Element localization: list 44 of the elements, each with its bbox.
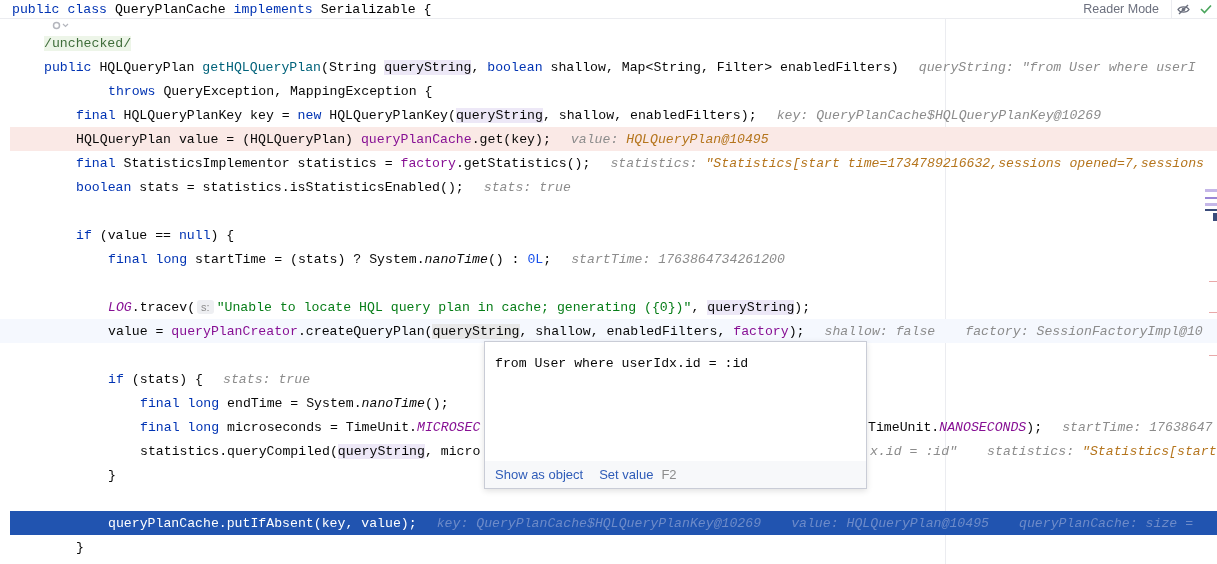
inline-hint: value: HQLQueryPlan@10495 (570, 131, 769, 147)
inline-hint: statistics: "Statistics[start (987, 443, 1217, 459)
code-text: /unchecked/ (44, 35, 132, 51)
parameter-hint: s: (197, 300, 214, 314)
inline-hint: stats: true (223, 371, 311, 387)
inline-hint: x.id = :id" (870, 443, 958, 459)
inline-hint: value: HQLQueryPlan@10495 (791, 515, 989, 531)
inline-hint: statistics: "Statistics[start time=1734789216632,sessions opened=7,sessions (610, 155, 1204, 171)
code-text: value = queryPlanCreator.createQueryPlan(queryString, shallow, enabledFilters, factory); (108, 323, 805, 339)
code-text: "Unable to locate HQL query plan in cache; generating ({0})", queryString); (216, 299, 811, 315)
inline-hint: startTime: 17638647 (1062, 419, 1213, 435)
inline-hint: factory: SessionFactoryImpl@10 (965, 323, 1203, 339)
code-text: boolean stats = statistics.isStatisticsEnabled(); (76, 179, 464, 195)
code-text: final long startTime = (stats) ? System.nanoTime() : 0L; (108, 251, 552, 267)
popup-action-link[interactable]: Set value (599, 467, 654, 482)
reader-mode-button[interactable]: Reader Mode (1071, 0, 1172, 18)
code-text: } (76, 539, 84, 555)
code-text: } (108, 467, 116, 483)
code-text: public HQLQueryPlan getHQLQueryPlan(String queryString, boolean shallow, Map<String, Filter> enabledFilters) (44, 59, 899, 75)
code-text: if (stats) { (108, 371, 203, 387)
inline-hint: startTime: 1763864734261200 (571, 251, 785, 267)
inline-hint: key: QueryPlanCache$HQLQueryPlanKey@10269 (436, 515, 762, 531)
code-text: throws QueryException, MappingException { (108, 83, 433, 99)
inline-hint: queryPlanCache: size = (1019, 515, 1194, 531)
code-text: TimeUnit.NANOSECONDS); (868, 419, 1043, 435)
inline-hint: queryString: "from User where userI (918, 59, 1196, 75)
code-text: final long endTime = System.nanoTime(); (140, 395, 449, 411)
code-text: final StatisticsImplementor statistics = factory.getStatistics(); (76, 155, 591, 171)
value-text: from User where userIdx.id = :id (494, 355, 750, 373)
code-text: final HQLQueryPlanKey key = new HQLQueryPlanKey(queryString, shallow, enabledFilters); (76, 107, 757, 123)
code-text: final long microseconds = TimeUnit.MICROSEC (140, 419, 481, 435)
shortcut-label: F2 (661, 467, 677, 482)
popup-action-link[interactable]: Show as object (495, 467, 584, 482)
eye-slash-icon[interactable] (1177, 3, 1190, 15)
code-text: if (value == null) { (76, 227, 235, 243)
code-text: HQLQueryPlan value = (HQLQueryPlan) queryPlanCache.get(key); (76, 131, 551, 147)
code-text: LOG.tracev( (108, 299, 196, 315)
check-icon[interactable] (1200, 4, 1212, 14)
inline-hint: shallow: false (824, 323, 936, 339)
code-text: statistics.queryCompiled(queryString, micro (140, 443, 481, 459)
code-text: queryPlanCache.putIfAbsent(key, value); (108, 515, 417, 531)
code-text: public class QueryPlanCache implements Serializable { (12, 1, 432, 17)
inline-hint: stats: true (483, 179, 571, 195)
inline-hint: key: QueryPlanCache$HQLQueryPlanKey@10269 (776, 107, 1102, 123)
